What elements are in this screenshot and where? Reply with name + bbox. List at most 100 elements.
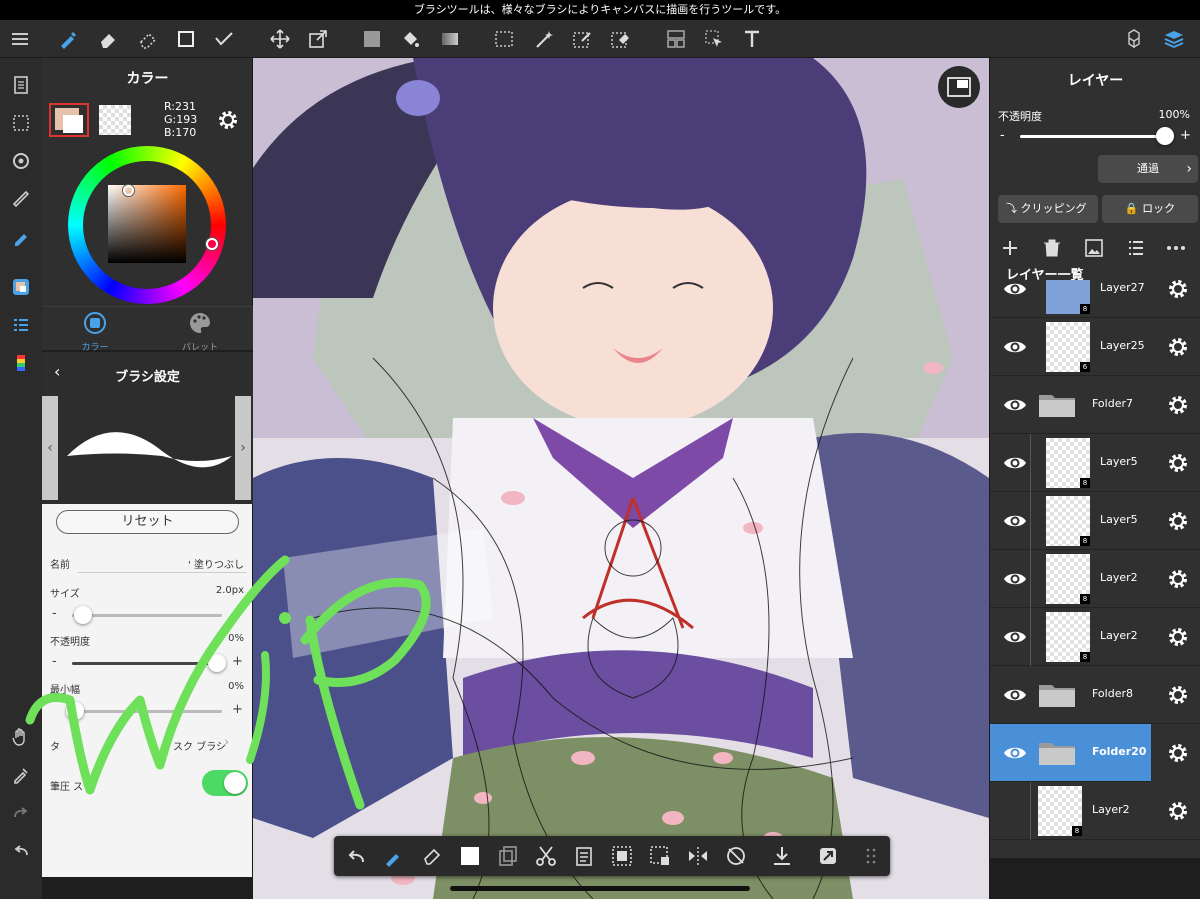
type-value[interactable]: スク ブラシ bbox=[173, 738, 226, 753]
copy-icon[interactable] bbox=[496, 844, 520, 868]
flip-icon[interactable] bbox=[686, 844, 710, 868]
visibility-eye-icon[interactable] bbox=[1002, 452, 1028, 474]
brush-select-icon[interactable] bbox=[382, 844, 406, 868]
layer-settings-gear-icon[interactable] bbox=[1166, 280, 1190, 301]
rotate-icon[interactable] bbox=[5, 146, 37, 176]
move-icon[interactable] bbox=[266, 25, 294, 53]
more-options-icon[interactable] bbox=[1164, 236, 1188, 260]
select-pen-dotted-icon[interactable] bbox=[568, 25, 596, 53]
layers-icon[interactable] bbox=[1160, 25, 1188, 53]
operation-icon[interactable] bbox=[700, 25, 728, 53]
layout-icon[interactable] bbox=[662, 25, 690, 53]
visibility-eye-icon[interactable] bbox=[1002, 568, 1028, 590]
visibility-eye-icon[interactable] bbox=[1002, 336, 1028, 358]
layer-settings-gear-icon[interactable] bbox=[1166, 335, 1190, 359]
opacity-minus-button[interactable]: - bbox=[52, 654, 57, 669]
eraser-select-icon[interactable] bbox=[420, 844, 444, 868]
clipping-button[interactable]: ⤵ クリッピング bbox=[998, 195, 1098, 223]
snap-pen-icon[interactable] bbox=[5, 222, 37, 252]
hue-cursor[interactable] bbox=[206, 238, 218, 250]
redo-icon[interactable] bbox=[5, 798, 37, 828]
layer-row[interactable]: 8 Layer2 bbox=[990, 608, 1200, 666]
layer-row[interactable]: Folder8 bbox=[990, 666, 1200, 724]
layer-row[interactable]: 8 Layer5 bbox=[990, 492, 1200, 550]
visibility-eye-icon[interactable] bbox=[1002, 684, 1028, 706]
layer-row-selected[interactable]: Folder20 bbox=[990, 724, 1151, 782]
layer-opacity-knob[interactable] bbox=[1156, 127, 1174, 145]
tab-palette[interactable]: パレット bbox=[150, 311, 250, 353]
dotted-eraser-icon[interactable] bbox=[134, 25, 162, 53]
sv-cursor[interactable] bbox=[123, 185, 134, 196]
select-erase-icon[interactable] bbox=[606, 25, 634, 53]
deselect-icon[interactable] bbox=[648, 844, 672, 868]
opacity-slider-knob[interactable] bbox=[208, 654, 226, 672]
navigator-button[interactable] bbox=[938, 66, 980, 108]
text-icon[interactable] bbox=[738, 25, 766, 53]
current-color-swatch[interactable] bbox=[49, 103, 89, 137]
download-icon[interactable] bbox=[770, 844, 794, 868]
layer-list-icon[interactable] bbox=[5, 310, 37, 340]
layer-settings-gear-icon[interactable] bbox=[1166, 509, 1190, 533]
layer-settings-gear-icon[interactable] bbox=[1166, 625, 1190, 649]
select-pen-icon[interactable] bbox=[210, 25, 238, 53]
layer-settings-gear-icon[interactable] bbox=[1166, 741, 1190, 765]
materials-icon[interactable] bbox=[1120, 25, 1148, 53]
undo-icon[interactable] bbox=[344, 844, 368, 868]
layer-settings-gear-icon[interactable] bbox=[1166, 451, 1190, 475]
selection-icon[interactable] bbox=[5, 108, 37, 138]
saturation-value-square[interactable] bbox=[108, 185, 186, 263]
layer-row[interactable]: 8 Layer2 bbox=[990, 782, 1200, 840]
layer-settings-gear-icon[interactable] bbox=[1166, 393, 1190, 417]
rotate-lock-icon[interactable] bbox=[724, 844, 748, 868]
opacity-plus-button[interactable]: + bbox=[232, 654, 243, 669]
name-value[interactable]: ' 塗りつぶし bbox=[188, 556, 244, 571]
layer-opacity-slider[interactable] bbox=[1020, 127, 1174, 145]
opacity-slider[interactable] bbox=[72, 654, 226, 672]
layer-row[interactable]: 8 Layer2 bbox=[990, 550, 1200, 608]
prev-brush-chevron-icon[interactable]: ‹ bbox=[42, 396, 58, 500]
rectangle-icon[interactable] bbox=[172, 25, 200, 53]
trash-icon[interactable] bbox=[1040, 236, 1064, 260]
palette-strip-icon[interactable] bbox=[5, 348, 37, 378]
ruler-icon[interactable] bbox=[5, 184, 37, 214]
visibility-eye-icon[interactable] bbox=[1002, 626, 1028, 648]
layer-row[interactable]: 8 Layer27 bbox=[990, 280, 1200, 318]
pressure-toggle[interactable] bbox=[202, 770, 248, 796]
page-icon[interactable] bbox=[5, 70, 37, 100]
color-settings-gear-icon[interactable] bbox=[216, 108, 240, 132]
hand-icon[interactable] bbox=[5, 722, 37, 752]
undo-icon[interactable] bbox=[5, 836, 37, 866]
lock-button[interactable]: 🔒 ロック bbox=[1102, 195, 1198, 223]
transform-icon[interactable] bbox=[304, 25, 332, 53]
layer-row[interactable]: 6 Layer25 bbox=[990, 318, 1200, 376]
grid-icon[interactable] bbox=[860, 844, 884, 868]
visibility-eye-icon[interactable] bbox=[1002, 394, 1028, 416]
tab-color[interactable]: カラー bbox=[45, 311, 145, 353]
transform-icon[interactable] bbox=[816, 844, 840, 868]
blend-mode-button[interactable]: 通過 › bbox=[1098, 155, 1198, 183]
fill-square-icon[interactable] bbox=[458, 844, 482, 868]
add-layer-icon[interactable] bbox=[998, 236, 1022, 260]
layer-settings-gear-icon[interactable] bbox=[1166, 567, 1190, 591]
image-layer-icon[interactable] bbox=[1082, 236, 1106, 260]
layer-settings-gear-icon[interactable] bbox=[1166, 683, 1190, 707]
size-minus-button[interactable]: - bbox=[52, 606, 57, 621]
paste-icon[interactable] bbox=[572, 844, 596, 868]
visibility-eye-icon[interactable] bbox=[1002, 742, 1028, 764]
cut-icon[interactable] bbox=[534, 844, 558, 868]
next-brush-chevron-icon[interactable]: › bbox=[235, 396, 251, 500]
layer-opacity-minus-button[interactable]: - bbox=[1000, 128, 1005, 143]
min-width-plus-button[interactable]: + bbox=[232, 702, 243, 717]
hue-wheel[interactable] bbox=[68, 146, 226, 304]
layer-row[interactable]: 8 Layer5 bbox=[990, 434, 1200, 492]
magic-wand-icon[interactable] bbox=[530, 25, 558, 53]
color-swatch-icon[interactable] bbox=[5, 272, 37, 302]
select-all-icon[interactable] bbox=[610, 844, 634, 868]
fill-color-icon[interactable] bbox=[358, 25, 386, 53]
type-chevron-icon[interactable]: › bbox=[224, 735, 229, 750]
select-rect-icon[interactable] bbox=[490, 25, 518, 53]
visibility-eye-icon[interactable] bbox=[1002, 280, 1028, 300]
size-slider-knob[interactable] bbox=[74, 606, 92, 624]
drawing-canvas[interactable] bbox=[253, 58, 989, 899]
bucket-icon[interactable] bbox=[396, 25, 424, 53]
